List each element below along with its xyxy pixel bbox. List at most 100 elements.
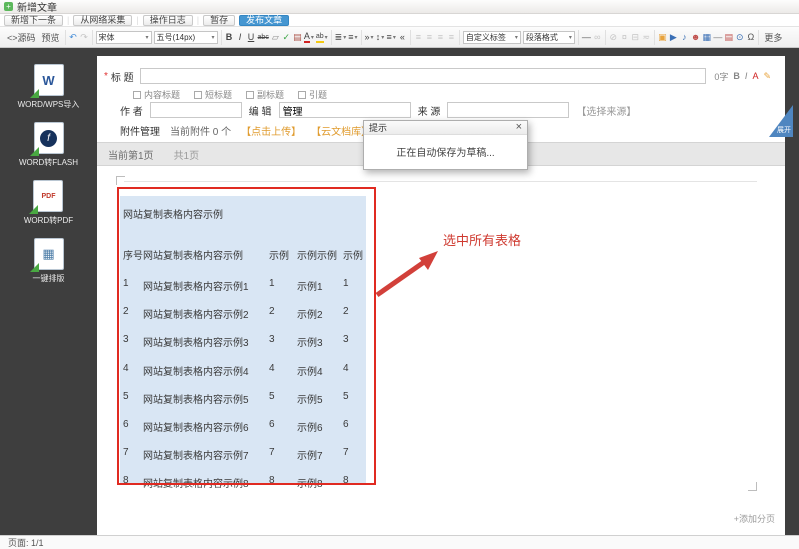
paragraph-spacing-button[interactable]: ≡▾ [386, 30, 397, 45]
dialog-message: 正在自动保存为草稿... [364, 135, 527, 169]
checkbox-icon [194, 91, 202, 99]
source-input[interactable] [447, 102, 569, 118]
toolbar-group: »▾↕▾≡▾« [362, 30, 411, 45]
bold-button[interactable]: B [224, 30, 235, 45]
page-corner-topleft [116, 176, 125, 185]
toolbar-group: <>源码预览 [2, 30, 66, 45]
sidebar-item-word[interactable]: WWORD/WPS导入 [18, 64, 80, 110]
indent-button[interactable]: »▾ [364, 30, 375, 45]
publish-button[interactable]: 发布文章 [239, 15, 289, 26]
toolbar-group: 自定义标签▾段落格式▾ [460, 30, 579, 45]
title-option-checkbox-2[interactable]: 短标题 [194, 88, 232, 101]
menu-button-4[interactable]: 暂存 [203, 15, 235, 26]
title-italic-button[interactable]: I [745, 71, 748, 81]
checkbox-icon [298, 91, 306, 99]
window-title: 新增文章 [17, 0, 57, 14]
sidebar-item-pdf[interactable]: PDFWORD转PDF [24, 180, 73, 226]
align-center-icon: ≡ [424, 30, 435, 45]
annotation-rectangle [117, 187, 376, 485]
flash-icon: f [34, 122, 64, 154]
clear-format-icon[interactable]: ▱ [270, 30, 281, 45]
tab-current-page[interactable]: 当前第1页 [108, 147, 154, 162]
meta-row: 作 者 编 辑 来 源 【选择来源】 [120, 102, 636, 118]
italic-button[interactable]: I [235, 30, 246, 45]
font-color-button[interactable]: A▾ [303, 30, 315, 45]
page-break-icon: ≂ [641, 30, 652, 45]
title-option-checkbox-1[interactable]: 内容标题 [133, 88, 180, 101]
redo-icon: ↷ [79, 30, 90, 45]
menu-button-1[interactable]: 新增下一条 [4, 15, 63, 26]
page-indicator: 页面: 1/1 [8, 536, 44, 549]
title-label: 标 题 [111, 69, 134, 84]
format-painter-icon[interactable]: ✓ [281, 30, 292, 45]
attachment-row: 附件管理 当前附件 0 个 【点击上传】 【云文档库】 [120, 123, 371, 138]
user-icon[interactable]: ☻ [690, 30, 701, 45]
music-icon[interactable]: ♪ [679, 30, 690, 45]
divider-icon[interactable]: — [712, 30, 723, 45]
toolbar-group: BIUabc▱✓▤A▾ab▾ [222, 30, 332, 45]
custom-tag-select[interactable]: 自定义标签▾ [463, 31, 521, 44]
font-size-select[interactable]: 五号(14px)▾ [154, 31, 218, 44]
dialog-header: 提示 × [364, 121, 527, 135]
toolbar-group: —∞ [579, 30, 606, 45]
unordered-list-button[interactable]: ≡▾ [347, 30, 358, 45]
title-input[interactable] [140, 68, 707, 84]
menu-button-2[interactable]: 从网络采集 [73, 15, 132, 26]
title-color-button[interactable]: A [752, 71, 758, 81]
sidebar: WWORD/WPS导入 f WORD转FLASH PDFWORD转PDF ▦一键排版 [0, 48, 97, 535]
paste-format-icon[interactable]: ▤ [292, 30, 303, 45]
undo-icon[interactable]: ↶ [68, 30, 79, 45]
calendar-icon[interactable]: ▤ [723, 30, 734, 45]
align-right-icon: ≡ [435, 30, 446, 45]
underline-button[interactable]: U [246, 30, 257, 45]
more-button[interactable]: 更多 [761, 31, 785, 44]
pdf-icon: PDF [33, 180, 63, 212]
title-char-count: 0字 [714, 70, 728, 83]
statusbar: 页面: 1/1 [0, 535, 799, 549]
toolbar-group: ≡≡≡≡ [411, 30, 460, 45]
select-source-link[interactable]: 【选择来源】 [576, 103, 636, 118]
add-page-button[interactable]: +添加分页 [734, 512, 775, 525]
source-label: 来 源 [418, 103, 441, 118]
attachment-label: 附件管理 [120, 123, 160, 138]
align-justify-icon: ≡ [446, 30, 457, 45]
strikethrough-button[interactable]: abc [257, 30, 270, 45]
editor-input[interactable] [279, 102, 411, 118]
editor-toolbar: <>源码预览↶↷宋体▾五号(14px)▾BIUabc▱✓▤A▾ab▾≣▾≡▾»▾… [0, 27, 799, 48]
editor-canvas[interactable]: 网站复制表格内容示例 序号网站复制表格内容示例示例示例示例示例 1网站复制表格内… [97, 166, 785, 535]
sidebar-item-label: 一键排版 [33, 273, 65, 284]
upload-link[interactable]: 【点击上传】 [241, 123, 301, 138]
toolbar-group: ≣▾≡▾ [332, 30, 362, 45]
menu-separator: | [197, 15, 199, 25]
required-asterisk: * [104, 71, 108, 82]
author-input[interactable] [150, 102, 242, 118]
menubar: 新增下一条|从网络采集|操作日志|暂存发布文章 [0, 14, 799, 27]
horizontal-rule-icon[interactable]: — [581, 30, 592, 45]
app-icon: + [4, 2, 13, 11]
omega-icon[interactable]: Ω [745, 30, 756, 45]
title-option-checkbox-3[interactable]: 副标题 [246, 88, 284, 101]
highlight-color-button[interactable]: ab▾ [315, 30, 329, 45]
title-pen-icon[interactable]: ✎ [763, 71, 771, 82]
page-margin-line [124, 181, 757, 182]
clock-icon[interactable]: ⊙ [734, 30, 745, 45]
dialog-close-icon[interactable]: × [516, 122, 522, 133]
ordered-list-button[interactable]: ≣▾ [334, 30, 348, 45]
table-icon[interactable]: ▦ [701, 30, 712, 45]
sidebar-item-layout[interactable]: ▦一键排版 [33, 238, 65, 284]
sidebar-item-label: WORD/WPS导入 [18, 99, 80, 110]
sidebar-item-flash[interactable]: f WORD转FLASH [19, 122, 78, 168]
preview-button[interactable]: 预览 [39, 31, 63, 44]
video-icon[interactable]: ▶ [668, 30, 679, 45]
page-corner-bottomright [748, 482, 757, 491]
paragraph-format-select[interactable]: 段落格式▾ [523, 31, 575, 44]
source-code-button[interactable]: <>源码 [4, 31, 39, 44]
line-height-button[interactable]: ↕▾ [375, 30, 386, 45]
font-family-select[interactable]: 宋体▾ [96, 31, 152, 44]
menu-button-3[interactable]: 操作日志 [143, 15, 193, 26]
title-option-checkbox-4[interactable]: 引题 [298, 88, 327, 101]
title-bold-button[interactable]: B [733, 71, 740, 81]
outdent-button[interactable]: « [397, 30, 408, 45]
sidebar-item-label: WORD转FLASH [19, 157, 78, 168]
image-icon[interactable]: ▣ [657, 30, 668, 45]
